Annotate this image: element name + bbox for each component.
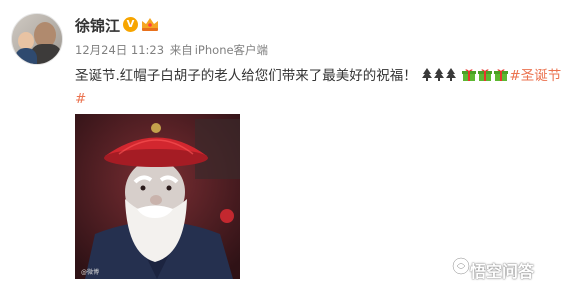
santa-photo: @微博: [75, 114, 240, 279]
wukong-logo-icon: [452, 257, 470, 275]
post-source-prefix: 来自: [169, 43, 193, 57]
gift-icon: [478, 69, 493, 81]
verified-icon: V: [123, 17, 138, 32]
watermark-label: 悟空问答: [470, 262, 535, 281]
gift-icon: [462, 69, 477, 81]
author-avatar[interactable]: [11, 13, 63, 65]
hashtag-link[interactable]: #圣诞节: [509, 68, 561, 84]
post-date[interactable]: 12月24日 11:23: [75, 43, 164, 57]
post-meta: 12月24日 11:23 来自 iPhone客户端: [75, 42, 270, 58]
hashtag-link-end[interactable]: #: [75, 91, 86, 107]
vip-crown-icon: [142, 18, 158, 31]
image-caption: @微博: [81, 268, 99, 276]
christmas-tree-icon: [434, 68, 445, 81]
christmas-tree-icon: [422, 68, 433, 81]
post-source[interactable]: iPhone客户端: [195, 43, 268, 57]
post-text: 圣诞节.红帽子白胡子的老人给您们带来了最美好的祝福！: [75, 68, 417, 84]
author-name[interactable]: 徐锦江: [75, 15, 120, 36]
gift-icon: [494, 69, 509, 81]
post-content: 圣诞节.红帽子白胡子的老人给您们带来了最美好的祝福！ #圣诞节 #: [75, 65, 580, 111]
post-image[interactable]: @微博: [75, 114, 240, 279]
christmas-tree-icon: [446, 68, 457, 81]
